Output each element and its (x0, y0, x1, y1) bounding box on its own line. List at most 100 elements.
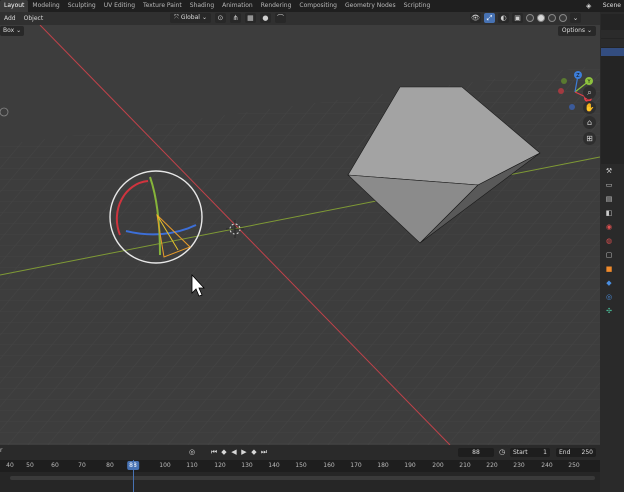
scene-props-icon[interactable]: ◉ (604, 222, 614, 232)
outliner-row-selected[interactable] (601, 48, 624, 56)
ruler-tick: 50 (26, 462, 34, 469)
overlay-toggle-icon[interactable]: ◐ (498, 13, 509, 23)
workspace-tab[interactable]: Texture Paint (139, 0, 186, 12)
chevron-down-icon: ⌄ (586, 27, 592, 34)
wireframe-shading-icon[interactable] (526, 14, 534, 22)
gizmo-toggle-icon[interactable]: ⤢ (484, 13, 495, 23)
pivot-icon[interactable]: ⊙ (214, 13, 226, 23)
select-mode-dropdown[interactable]: Box ⌄ (0, 26, 25, 36)
timeline-menu-label[interactable]: r (0, 447, 2, 454)
scene-icon[interactable]: ◈ (586, 2, 594, 10)
viewport-canvas[interactable] (0, 25, 600, 445)
workspace-tab[interactable]: Rendering (257, 0, 296, 12)
view-layer-icon[interactable]: ◧ (604, 208, 614, 218)
workspace-tab[interactable]: Sculpting (64, 0, 100, 12)
workspace-tab[interactable]: Modeling (28, 0, 63, 12)
snap-icon[interactable]: ⋔ (229, 13, 241, 23)
select-mode-label: Box (3, 27, 15, 34)
gizmo-z-label: Z (576, 73, 580, 79)
zoom-icon[interactable]: ⌕ (583, 86, 596, 99)
viewport-shading-controls: 👁 ⤢ ◐ ▣ ⌄ (470, 13, 581, 23)
visibility-icon[interactable]: 👁 (470, 13, 481, 23)
current-frame-field[interactable]: 88 (458, 448, 494, 457)
frame-ruler[interactable]: 4050607080881001101201301401501601701801… (0, 460, 600, 472)
material-shading-icon[interactable] (548, 14, 556, 22)
solid-shading-icon[interactable] (537, 14, 545, 22)
workspace-tab[interactable]: Layout (0, 0, 29, 12)
chevron-down-icon: ⌄ (16, 27, 22, 34)
rendered-shading-icon[interactable] (559, 14, 567, 22)
ruler-tick: 130 (241, 462, 253, 469)
menu-add[interactable]: Add (0, 15, 20, 22)
3d-viewport[interactable]: Y Z X ⌕ ✋ ⌂ ⊞ (0, 25, 600, 445)
grid-icon[interactable]: ⊞ (583, 132, 596, 145)
hand-icon[interactable]: ✋ (583, 101, 596, 114)
playback-controls: ⏮ ◆ ◀ ▶ ◆ ⏭ (210, 448, 268, 457)
workspace-tab[interactable]: Scripting (400, 0, 435, 12)
workspace-tab[interactable]: Shading (186, 0, 218, 12)
ruler-tick: 160 (323, 462, 335, 469)
orientation-label: Global (180, 14, 200, 21)
ruler-tick: 70 (78, 462, 86, 469)
menu-object[interactable]: Object (20, 15, 48, 22)
tool-options-row: Box ⌄ Options ⌄ (0, 25, 600, 38)
shading-options-icon[interactable]: ⌄ (570, 13, 581, 23)
outliner-row[interactable] (601, 30, 624, 38)
options-label: Options (561, 27, 586, 34)
ruler-tick: 150 (295, 462, 307, 469)
end-frame-field[interactable]: End 250 (556, 448, 596, 457)
ruler-tick: 190 (404, 462, 416, 469)
render-icon[interactable]: ▭ (604, 180, 614, 190)
transform-controls: ⤧ Global ⌄ ⊙ ⋔ ▦ ● ⌒ (170, 13, 286, 23)
ruler-tick: 40 (6, 462, 14, 469)
object-icon[interactable]: ■ (604, 264, 614, 274)
collection-icon[interactable]: ▢ (604, 250, 614, 260)
start-value: 1 (543, 449, 547, 456)
play-icon[interactable]: ▶ (240, 448, 248, 457)
ruler-tick: 110 (186, 462, 198, 469)
modifier-icon[interactable]: ◆ (604, 278, 614, 288)
record-icon[interactable]: ◎ (188, 448, 196, 457)
timeline-scrollbar[interactable] (10, 476, 595, 480)
timeline-body[interactable] (0, 472, 600, 492)
workspace-tab[interactable]: Compositing (295, 0, 341, 12)
tool-icon[interactable]: ⚒ (604, 166, 614, 176)
ruler-tick: 120 (214, 462, 226, 469)
world-icon[interactable]: ◍ (604, 236, 614, 246)
falloff-icon[interactable]: ⌒ (274, 13, 286, 23)
prev-keyframe-icon[interactable]: ◆ (220, 448, 228, 457)
start-label: Start (513, 449, 528, 456)
play-reverse-icon[interactable]: ◀ (230, 448, 238, 457)
workspace-tab[interactable]: Animation (218, 0, 257, 12)
jump-start-icon[interactable]: ⏮ (210, 448, 218, 457)
ruler-tick: 140 (268, 462, 280, 469)
ruler-tick: 200 (432, 462, 444, 469)
workspace-tab[interactable]: UV Editing (100, 0, 139, 12)
workspace-tabs-bar: Layout Modeling Sculpting UV Editing Texture… (0, 0, 624, 12)
ruler-tick: 180 (377, 462, 389, 469)
clock-icon[interactable]: ◷ (498, 448, 506, 457)
options-dropdown[interactable]: Options ⌄ (557, 26, 596, 36)
camera-icon[interactable]: ⌂ (583, 116, 596, 129)
ruler-tick: 220 (486, 462, 498, 469)
chevron-down-icon: ⌄ (201, 14, 207, 21)
jump-end-icon[interactable]: ⏭ (260, 448, 268, 457)
ruler-tick: 100 (159, 462, 171, 469)
ruler-tick: 60 (51, 462, 59, 469)
next-keyframe-icon[interactable]: ◆ (250, 448, 258, 457)
viewport-header: Add Object ⤧ Global ⌄ ⊙ ⋔ ▦ ● ⌒ 👁 ⤢ ◐ ▣ ⌄ (0, 12, 600, 25)
constraint-icon[interactable]: ✣ (604, 306, 614, 316)
scene-selector[interactable]: Scene (603, 0, 621, 12)
orientation-dropdown[interactable]: ⤧ Global ⌄ (170, 13, 211, 23)
playhead[interactable] (133, 460, 134, 492)
start-frame-field[interactable]: Start 1 (510, 448, 550, 457)
properties-tabs: ⚒ ▭ ▤ ◧ ◉ ◍ ▢ ■ ◆ ◎ ✣ (604, 166, 620, 316)
physics-icon[interactable]: ◎ (604, 292, 614, 302)
workspace-tab[interactable]: Geometry Nodes (341, 0, 400, 12)
outliner-row[interactable] (601, 39, 624, 47)
snap-target-icon[interactable]: ▦ (244, 13, 256, 23)
blender-window: Layout Modeling Sculpting UV Editing Texture… (0, 0, 624, 492)
proportional-edit-icon[interactable]: ● (259, 13, 271, 23)
output-icon[interactable]: ▤ (604, 194, 614, 204)
xray-icon[interactable]: ▣ (512, 13, 523, 23)
